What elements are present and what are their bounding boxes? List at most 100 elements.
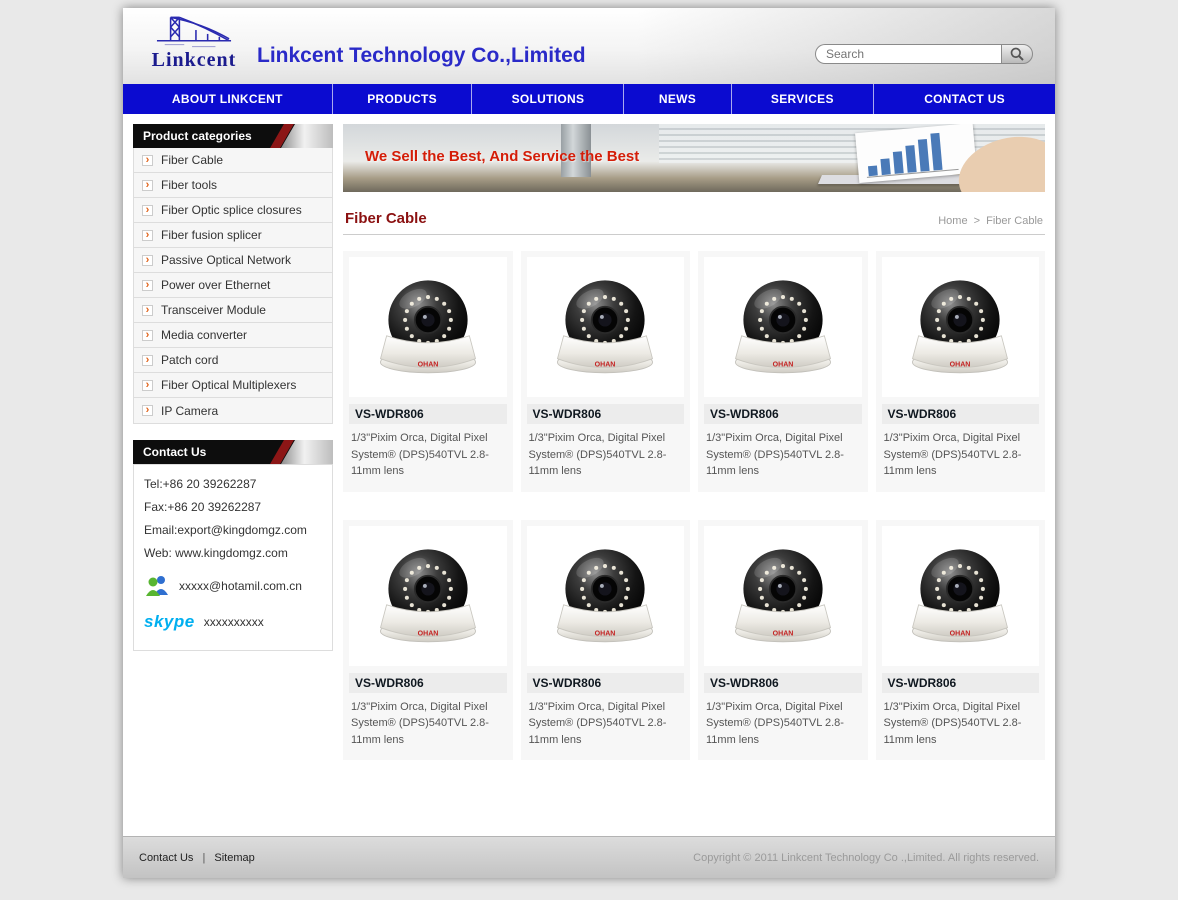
page-title: Fiber Cable bbox=[345, 210, 427, 227]
product-card[interactable]: OHAN VS-WDR806 1/3"Pixim Orca, Digital P… bbox=[876, 251, 1046, 492]
category-item[interactable]: › Fiber Optic splice closures bbox=[134, 198, 332, 223]
category-item[interactable]: › Patch cord bbox=[134, 348, 332, 373]
dome-camera-icon: OHAN bbox=[539, 263, 671, 391]
nav-item[interactable]: NEWS bbox=[624, 84, 731, 114]
contact-web[interactable]: Web: www.kingdomgz.com bbox=[144, 546, 322, 560]
chevron-right-icon: › bbox=[142, 380, 153, 391]
product-name[interactable]: VS-WDR806 bbox=[704, 404, 862, 424]
dome-camera-icon: OHAN bbox=[717, 532, 849, 660]
contact-us-header: Contact Us bbox=[133, 440, 333, 464]
search-icon bbox=[1009, 46, 1025, 62]
search-button[interactable] bbox=[1001, 44, 1033, 64]
product-name[interactable]: VS-WDR806 bbox=[882, 404, 1040, 424]
product-card[interactable]: OHAN VS-WDR806 1/3"Pixim Orca, Digital P… bbox=[876, 520, 1046, 761]
product-grid: OHAN VS-WDR806 1/3"Pixim Orca, Digital P… bbox=[343, 251, 1045, 760]
product-image: OHAN bbox=[527, 257, 685, 397]
breadcrumb-current: Fiber Cable bbox=[986, 215, 1043, 227]
product-card[interactable]: OHAN VS-WDR806 1/3"Pixim Orca, Digital P… bbox=[698, 520, 868, 761]
chevron-right-icon: › bbox=[142, 305, 153, 316]
footer-separator: | bbox=[202, 852, 205, 864]
product-name[interactable]: VS-WDR806 bbox=[882, 673, 1040, 693]
banner-slogan: We Sell the Best, And Service the Best bbox=[365, 148, 639, 165]
product-card[interactable]: OHAN VS-WDR806 1/3"Pixim Orca, Digital P… bbox=[343, 520, 513, 761]
product-card[interactable]: OHAN VS-WDR806 1/3"Pixim Orca, Digital P… bbox=[521, 251, 691, 492]
chevron-right-icon: › bbox=[142, 180, 153, 191]
main-nav: ABOUT LINKCENTPRODUCTSSOLUTIONSNEWSSERVI… bbox=[123, 84, 1055, 114]
contact-email[interactable]: Email:export@kingdomgz.com bbox=[144, 523, 322, 537]
company-logo[interactable]: Linkcent bbox=[135, 11, 253, 72]
header: Linkcent Linkcent Technology Co.,Limited bbox=[123, 8, 1055, 84]
product-categories-title: Product categories bbox=[143, 129, 252, 143]
product-image: OHAN bbox=[704, 526, 862, 666]
product-card[interactable]: OHAN VS-WDR806 1/3"Pixim Orca, Digital P… bbox=[343, 251, 513, 492]
contact-box: Tel:+86 20 39262287 Fax:+86 20 39262287 … bbox=[133, 464, 333, 651]
breadcrumb: Home > Fiber Cable bbox=[935, 215, 1043, 227]
search-input[interactable] bbox=[815, 44, 1001, 64]
category-item[interactable]: › Fiber Optical Multiplexers bbox=[134, 373, 332, 398]
category-item[interactable]: › Fiber tools bbox=[134, 173, 332, 198]
contact-fax: Fax:+86 20 39262287 bbox=[144, 500, 322, 514]
page: Linkcent Linkcent Technology Co.,Limited… bbox=[123, 8, 1055, 878]
camera-brand-text: OHAN bbox=[772, 362, 793, 369]
product-card[interactable]: OHAN VS-WDR806 1/3"Pixim Orca, Digital P… bbox=[698, 251, 868, 492]
nav-item[interactable]: PRODUCTS bbox=[333, 84, 473, 114]
category-item[interactable]: › Fiber Cable bbox=[134, 148, 332, 173]
product-image: OHAN bbox=[349, 526, 507, 666]
dome-camera-icon: OHAN bbox=[539, 532, 671, 660]
nav-item[interactable]: CONTACT US bbox=[874, 84, 1055, 114]
category-label: Fiber Cable bbox=[161, 153, 223, 167]
chevron-right-icon: › bbox=[142, 155, 153, 166]
skype-row: skype xxxxxxxxxx bbox=[144, 612, 322, 632]
product-image: OHAN bbox=[882, 257, 1040, 397]
footer-link-contact-us[interactable]: Contact Us bbox=[139, 852, 193, 864]
camera-brand-text: OHAN bbox=[950, 630, 971, 637]
category-label: Passive Optical Network bbox=[161, 253, 291, 267]
product-categories-header: Product categories bbox=[133, 124, 333, 148]
category-item[interactable]: › Media converter bbox=[134, 323, 332, 348]
product-name[interactable]: VS-WDR806 bbox=[349, 673, 507, 693]
nav-item[interactable]: ABOUT LINKCENT bbox=[123, 84, 333, 114]
content: Product categories › Fiber Cable › Fiber… bbox=[123, 114, 1055, 836]
category-item[interactable]: › Power over Ethernet bbox=[134, 273, 332, 298]
footer-link-sitemap[interactable]: Sitemap bbox=[214, 852, 254, 864]
chevron-right-icon: › bbox=[142, 255, 153, 266]
category-item[interactable]: › IP Camera bbox=[134, 398, 332, 423]
product-image: OHAN bbox=[527, 526, 685, 666]
nav-item[interactable]: SOLUTIONS bbox=[472, 84, 624, 114]
breadcrumb-home[interactable]: Home bbox=[938, 215, 967, 227]
skype-id[interactable]: xxxxxxxxxx bbox=[204, 615, 264, 629]
sidebar: Product categories › Fiber Cable › Fiber… bbox=[133, 124, 333, 651]
product-name[interactable]: VS-WDR806 bbox=[349, 404, 507, 424]
company-title: Linkcent Technology Co.,Limited bbox=[257, 44, 586, 68]
product-image: OHAN bbox=[704, 257, 862, 397]
copyright-text: Copyright © 2011 Linkcent Technology Co … bbox=[693, 852, 1039, 864]
product-description: 1/3"Pixim Orca, Digital Pixel System® (D… bbox=[704, 699, 862, 749]
nav-item[interactable]: SERVICES bbox=[732, 84, 875, 114]
chevron-right-icon: › bbox=[142, 280, 153, 291]
product-name[interactable]: VS-WDR806 bbox=[527, 673, 685, 693]
product-description: 1/3"Pixim Orca, Digital Pixel System® (D… bbox=[882, 699, 1040, 749]
category-item[interactable]: › Transceiver Module bbox=[134, 298, 332, 323]
search-box bbox=[815, 44, 1033, 64]
product-description: 1/3"Pixim Orca, Digital Pixel System® (D… bbox=[349, 430, 507, 480]
main-area: We Sell the Best, And Service the Best F… bbox=[343, 124, 1045, 760]
product-description: 1/3"Pixim Orca, Digital Pixel System® (D… bbox=[527, 699, 685, 749]
category-item[interactable]: › Passive Optical Network bbox=[134, 248, 332, 273]
product-name[interactable]: VS-WDR806 bbox=[527, 404, 685, 424]
category-item[interactable]: › Fiber fusion splicer bbox=[134, 223, 332, 248]
chevron-right-icon: › bbox=[142, 405, 153, 416]
msn-row: xxxxx@hotamil.com.cn bbox=[144, 574, 322, 598]
product-image: OHAN bbox=[349, 257, 507, 397]
camera-brand-text: OHAN bbox=[950, 362, 971, 369]
category-label: Fiber tools bbox=[161, 178, 217, 192]
product-card[interactable]: OHAN VS-WDR806 1/3"Pixim Orca, Digital P… bbox=[521, 520, 691, 761]
footer-links: Contact Us | Sitemap bbox=[139, 852, 255, 864]
camera-brand-text: OHAN bbox=[595, 630, 616, 637]
dome-camera-icon: OHAN bbox=[894, 532, 1026, 660]
banner: We Sell the Best, And Service the Best bbox=[343, 124, 1045, 192]
chevron-right-icon: › bbox=[142, 355, 153, 366]
msn-address[interactable]: xxxxx@hotamil.com.cn bbox=[179, 579, 302, 593]
dome-camera-icon: OHAN bbox=[894, 263, 1026, 391]
product-name[interactable]: VS-WDR806 bbox=[704, 673, 862, 693]
page-title-row: Fiber Cable Home > Fiber Cable bbox=[343, 208, 1045, 235]
